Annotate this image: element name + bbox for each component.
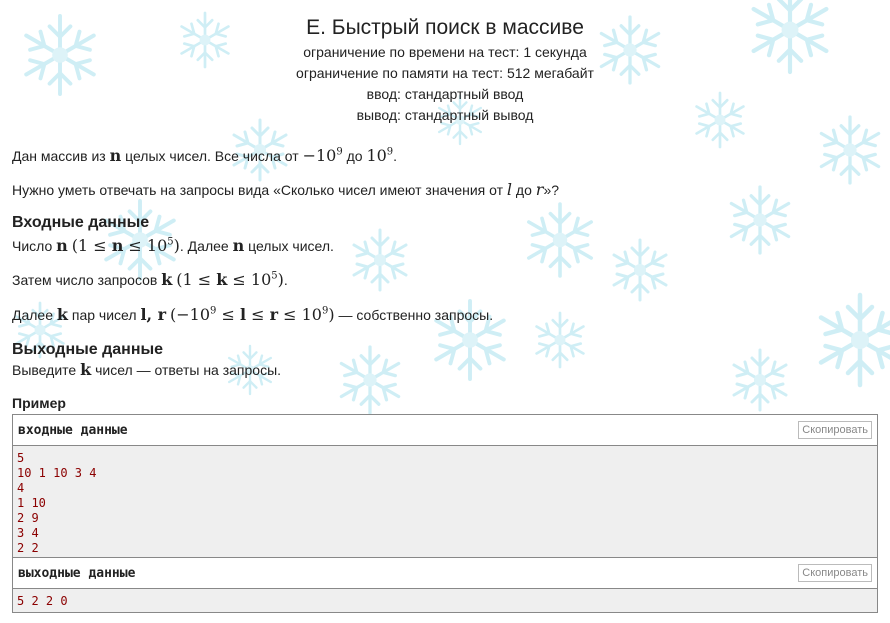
memory-limit: ограничение по памяти на тест: 512 мегаб…	[296, 65, 594, 81]
input-data-line: 2 9	[17, 511, 39, 525]
copy-output-button[interactable]: Скопировать	[798, 564, 872, 582]
problem-title: E. Быстрый поиск в массиве	[306, 16, 584, 39]
example-input-header: входные данные Скопировать	[13, 415, 877, 446]
example-title: Пример	[12, 395, 66, 411]
copy-input-button[interactable]: Скопировать	[798, 421, 872, 439]
statement-paragraph-2: Нужно уметь отвечать на запросы вида «Ск…	[12, 180, 560, 199]
input-file: ввод: стандартный ввод	[366, 86, 524, 102]
input-data-line: 5	[17, 451, 25, 465]
problem-header: E. Быстрый поиск в массиве ограничение п…	[0, 14, 890, 126]
input-data-line: 10 1 10 3 4	[17, 466, 97, 480]
input-data-line: 4	[17, 481, 25, 495]
statement-paragraph-1: Дан массив из n целых чисел. Все числа о…	[12, 146, 398, 165]
input-line-2: Затем число запросов k (1 ≤ k ≤ 105).	[12, 270, 288, 289]
example-output-box: выходные данные Скопировать 5 2 2 0	[12, 557, 878, 613]
input-data-line: 1 10	[17, 496, 46, 510]
example-input-box: входные данные Скопировать 5 10 1 10 3 4…	[12, 414, 878, 560]
output-line-1: Выведите k чисел — ответы на запросы.	[12, 360, 282, 379]
output-file: вывод: стандартный вывод	[356, 107, 534, 123]
example-input-title: входные данные	[18, 423, 128, 438]
time-limit: ограничение по времени на тест: 1 секунд…	[303, 44, 587, 60]
example-output-header: выходные данные Скопировать	[13, 558, 877, 589]
output-section-title: Выходные данные	[12, 341, 164, 358]
example-output-title: выходные данные	[18, 566, 136, 581]
input-data-line: 2 2	[17, 541, 39, 555]
input-section-title: Входные данные	[12, 214, 150, 231]
input-data-line: 3 4	[17, 526, 39, 540]
example-output-content: 5 2 2 0	[13, 589, 877, 612]
input-line-1: Число n (1 ≤ n ≤ 105). Далее n целых чис…	[12, 236, 334, 255]
output-data-line: 5 2 2 0	[17, 594, 68, 608]
example-input-content: 5 10 1 10 3 4 4 1 10 2 9 3 4 2 2	[13, 446, 877, 559]
input-line-3: Далее k пар чисел l, r (−109 ≤ l ≤ r ≤ 1…	[12, 305, 494, 324]
